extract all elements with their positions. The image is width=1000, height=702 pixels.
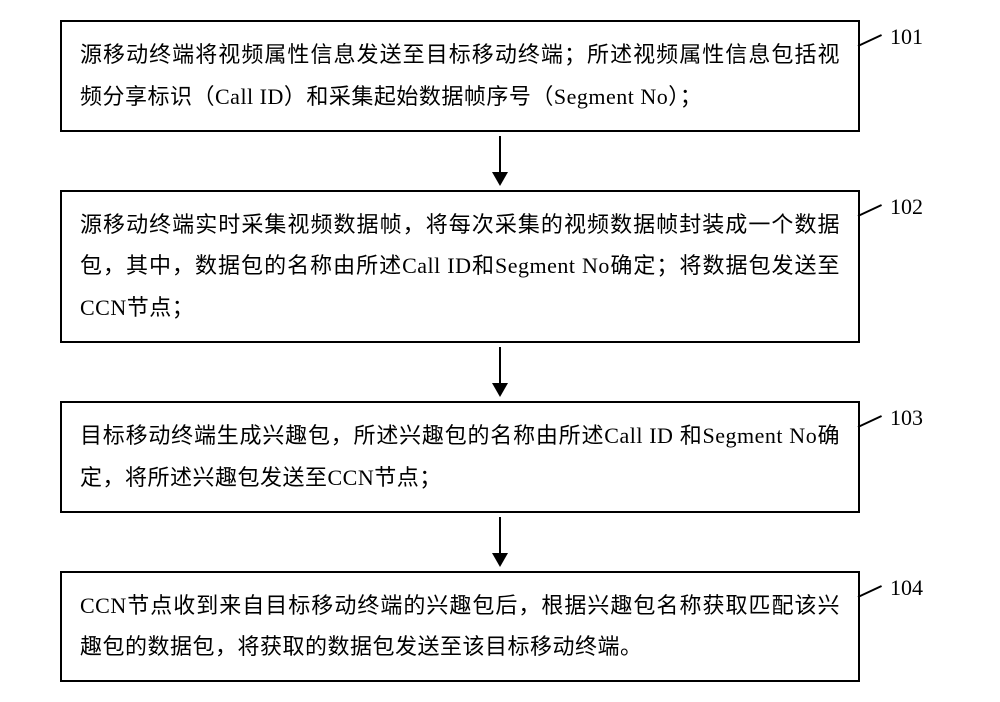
arrow-head-icon <box>492 383 508 397</box>
callout-2: 102 <box>858 190 923 220</box>
callout-1: 101 <box>858 20 923 50</box>
step-text: 源移动终端将视频属性信息发送至目标移动终端；所述视频属性信息包括视频分享标识（C… <box>80 42 840 109</box>
step-box-1: 源移动终端将视频属性信息发送至目标移动终端；所述视频属性信息包括视频分享标识（C… <box>60 20 860 132</box>
step-text: 源移动终端实时采集视频数据帧，将每次采集的视频数据帧封装成一个数据包，其中，数据… <box>80 212 840 321</box>
arrow-2 <box>100 343 900 401</box>
step-box-2: 源移动终端实时采集视频数据帧，将每次采集的视频数据帧封装成一个数据包，其中，数据… <box>60 190 860 343</box>
arrow-shaft <box>499 517 501 553</box>
step-row-1: 源移动终端将视频属性信息发送至目标移动终端；所述视频属性信息包括视频分享标识（C… <box>60 20 940 132</box>
arrow-1 <box>100 132 900 190</box>
arrow-head-icon <box>492 172 508 186</box>
callout-line <box>858 204 882 217</box>
callout-4: 104 <box>858 571 923 601</box>
arrow-head-icon <box>492 553 508 567</box>
step-row-3: 目标移动终端生成兴趣包，所述兴趣包的名称由所述Call ID 和Segment … <box>60 401 940 513</box>
arrow-3 <box>100 513 900 571</box>
callout-line <box>858 415 882 428</box>
step-row-4: CCN节点收到来自目标移动终端的兴趣包后，根据兴趣包名称获取匹配该兴趣包的数据包… <box>60 571 940 683</box>
flowchart: 源移动终端将视频属性信息发送至目标移动终端；所述视频属性信息包括视频分享标识（C… <box>60 20 940 682</box>
callout-3: 103 <box>858 401 923 431</box>
step-number: 103 <box>890 405 923 431</box>
arrow-shaft <box>499 136 501 172</box>
step-number: 102 <box>890 194 923 220</box>
step-box-3: 目标移动终端生成兴趣包，所述兴趣包的名称由所述Call ID 和Segment … <box>60 401 860 513</box>
step-number: 101 <box>890 24 923 50</box>
step-number: 104 <box>890 575 923 601</box>
step-row-2: 源移动终端实时采集视频数据帧，将每次采集的视频数据帧封装成一个数据包，其中，数据… <box>60 190 940 343</box>
step-box-4: CCN节点收到来自目标移动终端的兴趣包后，根据兴趣包名称获取匹配该兴趣包的数据包… <box>60 571 860 683</box>
callout-line <box>858 585 882 598</box>
callout-line <box>858 34 882 47</box>
step-text: CCN节点收到来自目标移动终端的兴趣包后，根据兴趣包名称获取匹配该兴趣包的数据包… <box>80 593 840 660</box>
step-text: 目标移动终端生成兴趣包，所述兴趣包的名称由所述Call ID 和Segment … <box>80 423 840 490</box>
arrow-shaft <box>499 347 501 383</box>
